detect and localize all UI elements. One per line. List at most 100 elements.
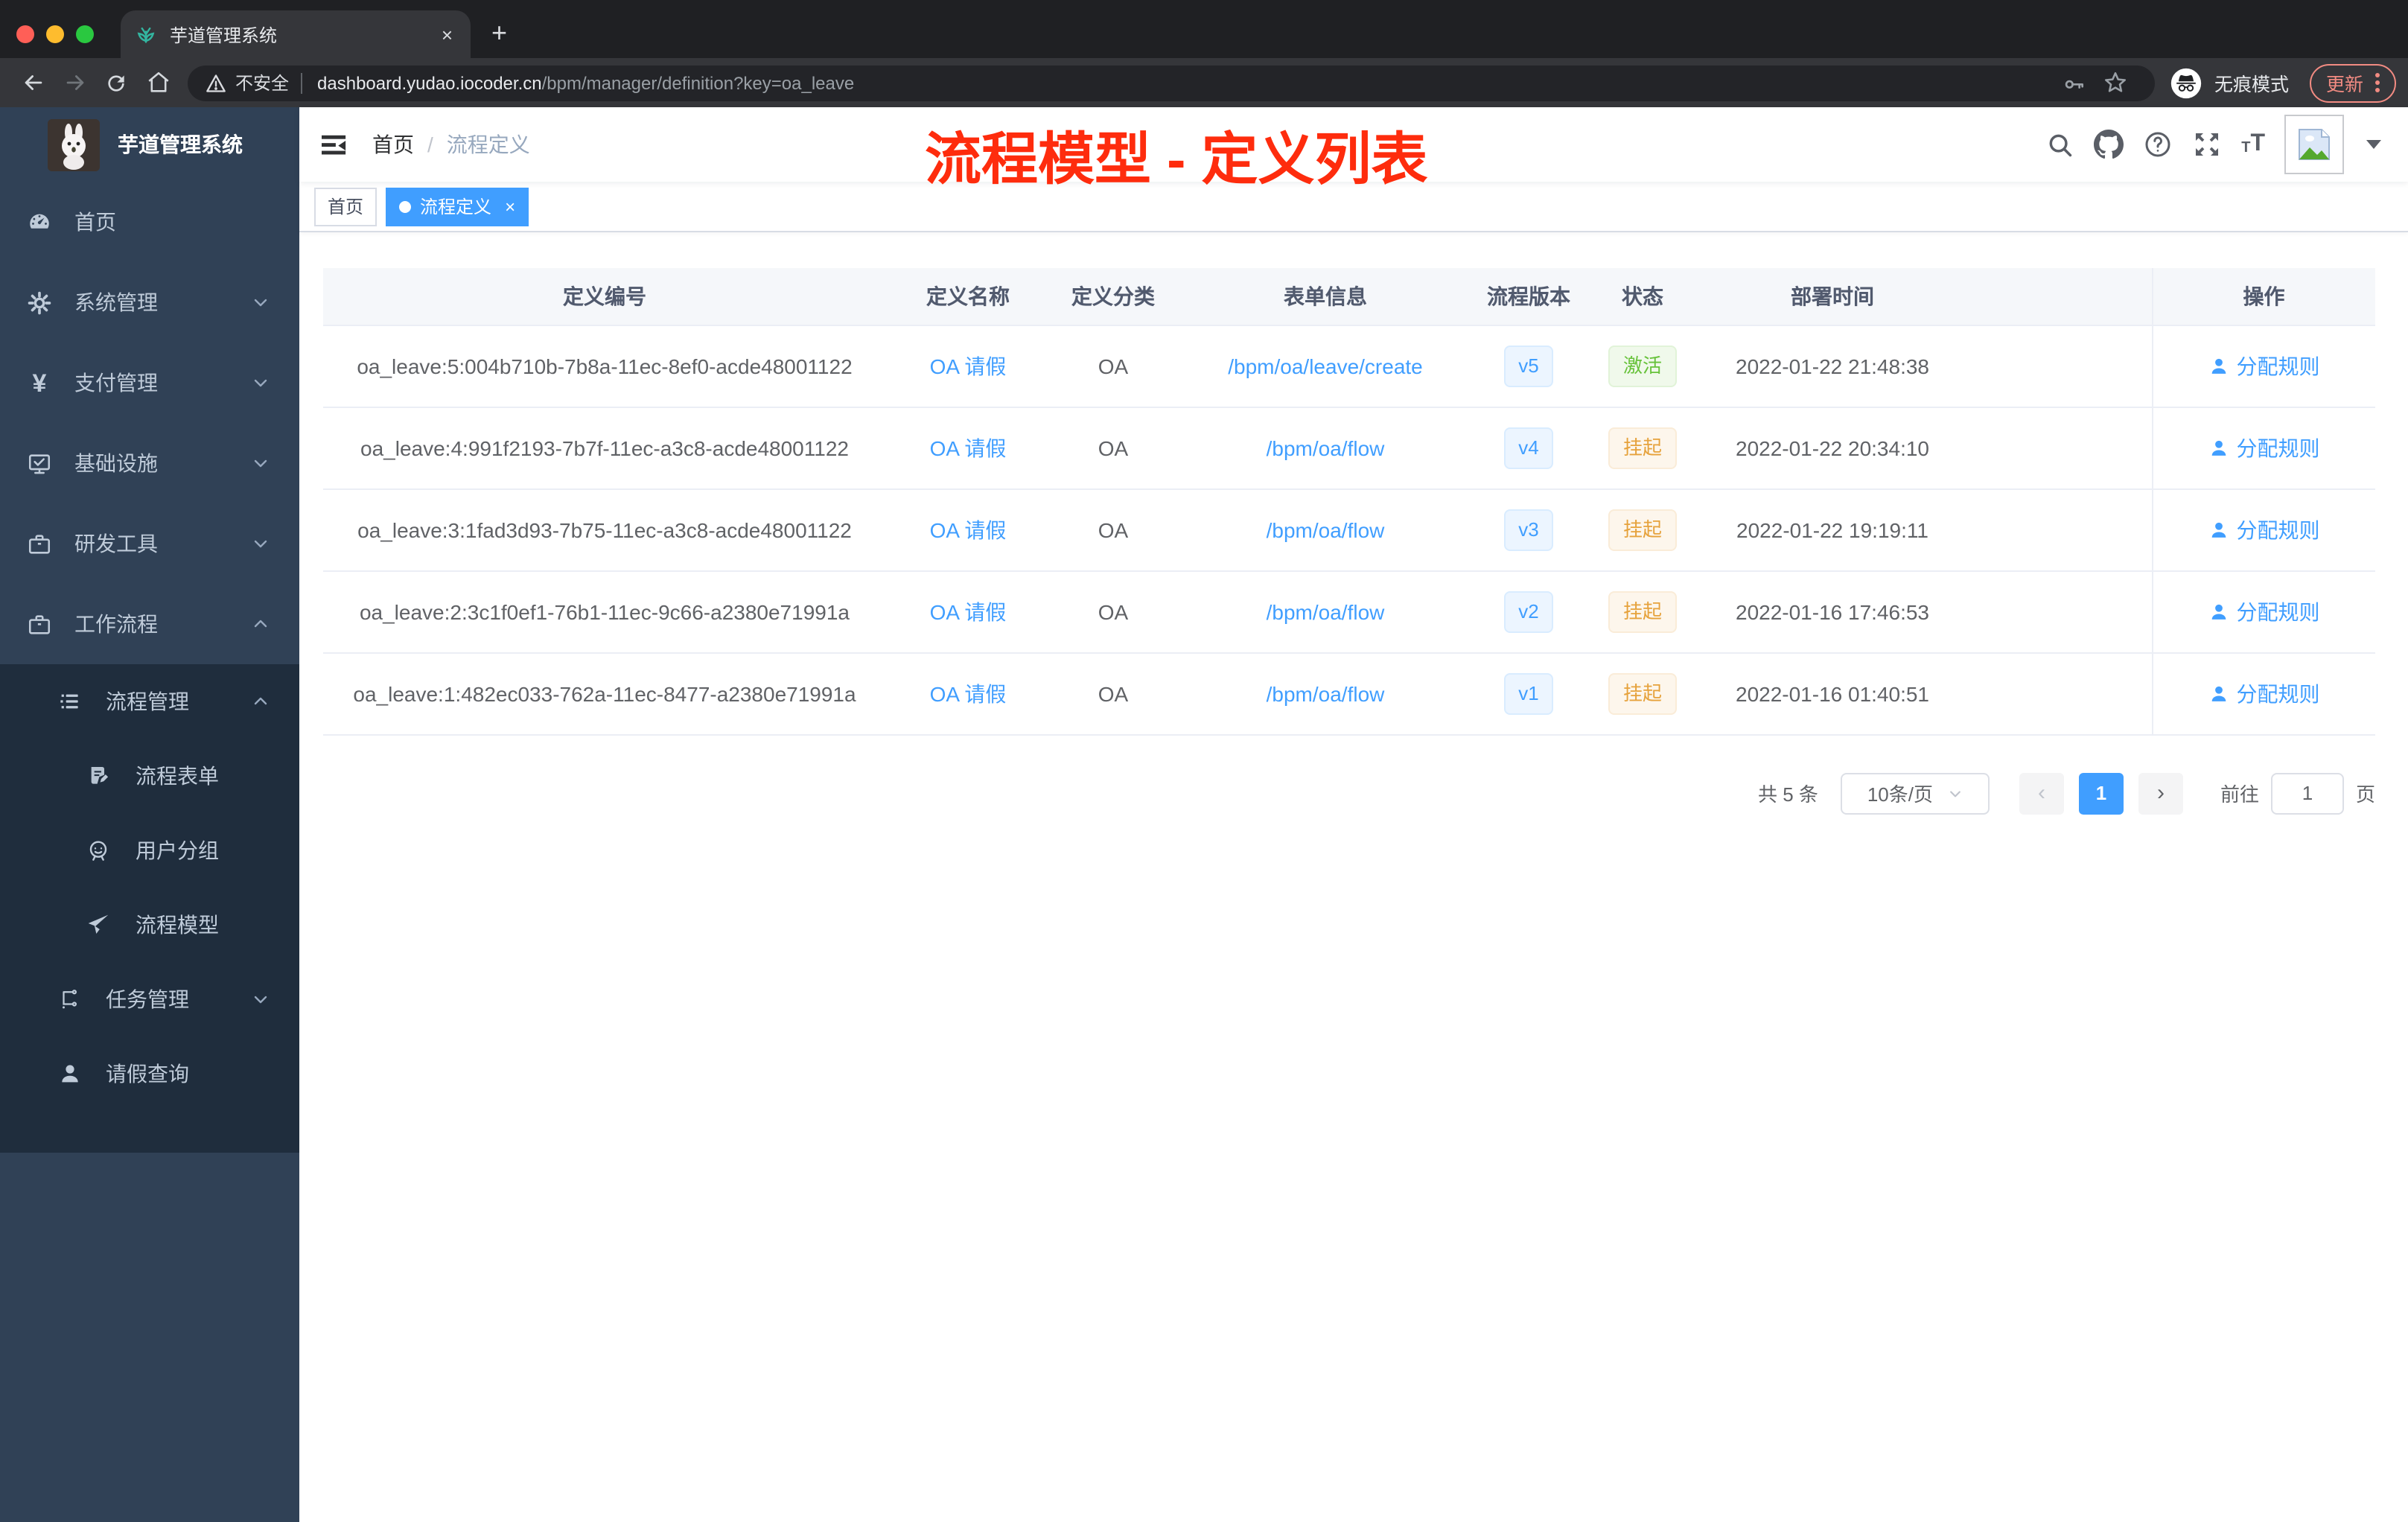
cell-id: oa_leave:4:991f2193-7b7f-11ec-a3c8-acde4…	[323, 407, 886, 489]
form-link[interactable]: /bpm/oa/flow	[1267, 681, 1385, 705]
status-badge: 挂起	[1608, 509, 1677, 550]
assign-rule-link[interactable]: 分配规则	[2208, 351, 2320, 380]
sidebar-item-dev-tools[interactable]: 研发工具	[0, 503, 299, 584]
col-deploy-time: 部署时间	[1702, 268, 1963, 325]
home-icon[interactable]	[137, 62, 179, 104]
tag-home[interactable]: 首页	[314, 187, 378, 226]
logo-rabbit-avatar	[48, 118, 100, 171]
table-row: oa_leave:5:004b710b-7b8a-11ec-8ef0-acde4…	[323, 325, 2375, 407]
sidebar-item-process-form[interactable]: 流程表单	[0, 739, 299, 813]
sidebar-item-payment[interactable]: ¥ 支付管理	[0, 343, 299, 423]
font-size-icon[interactable]: TT	[2241, 132, 2265, 156]
assign-rule-label: 分配规则	[2236, 436, 2320, 459]
definition-name-link[interactable]: OA 请假	[930, 436, 1007, 459]
assign-rule-link[interactable]: 分配规则	[2208, 433, 2320, 462]
yen-icon: ¥	[32, 369, 47, 397]
back-icon[interactable]	[12, 62, 54, 104]
sidebar-item-label: 支付管理	[74, 371, 158, 395]
form-link[interactable]: /bpm/oa/flow	[1267, 599, 1385, 623]
gear-icon	[27, 290, 52, 315]
breadcrumb: 首页 / 流程定义	[372, 130, 530, 159]
reload-icon[interactable]	[95, 62, 137, 104]
sidebar-item-infrastructure[interactable]: 基础设施	[0, 423, 299, 503]
browser-tabstrip: 芋道管理系统 × +	[0, 0, 2408, 58]
page-1-button[interactable]: 1	[2078, 772, 2124, 814]
avatar[interactable]	[2284, 115, 2344, 174]
zoom-window-button[interactable]	[76, 25, 94, 43]
status-badge: 挂起	[1608, 672, 1677, 714]
tag-process-definition[interactable]: 流程定义 ×	[386, 187, 529, 226]
sidebar-item-label: 工作流程	[74, 612, 158, 636]
sidebar-item-label: 流程表单	[136, 764, 219, 788]
sidebar-item-workflow[interactable]: 工作流程	[0, 584, 299, 664]
definition-table: 定义编号 定义名称 定义分类 表单信息 流程版本 状态 部署时间 操作 oa_l…	[323, 268, 2375, 735]
prev-page-button[interactable]: ‹	[2019, 772, 2064, 814]
table-row: oa_leave:2:3c1f0ef1-76b1-11ec-9c66-a2380…	[323, 570, 2375, 653]
sidebar-item-user-group[interactable]: 用户分组	[0, 813, 299, 888]
goto-page-input[interactable]	[2270, 772, 2344, 814]
new-tab-button[interactable]: +	[491, 19, 507, 46]
next-page-button[interactable]: ›	[2138, 772, 2183, 814]
assign-rule-link[interactable]: 分配规则	[2208, 678, 2320, 708]
page-size-value: 10条/页	[1867, 783, 1933, 806]
tag-label: 首页	[328, 197, 364, 217]
browser-menu-kebab-icon[interactable]	[2375, 73, 2380, 92]
incognito-badge: 无痕模式	[2170, 66, 2289, 99]
tag-close-icon[interactable]: ×	[505, 196, 515, 217]
annotation-overlay: 流程模型 - 定义列表	[925, 130, 1428, 192]
form-link[interactable]: /bpm/oa/flow	[1267, 436, 1385, 459]
tab-close-icon[interactable]: ×	[439, 23, 456, 45]
sidebar-item-label: 任务管理	[106, 987, 189, 1011]
close-window-button[interactable]	[16, 25, 34, 43]
incognito-label: 无痕模式	[2214, 74, 2289, 95]
cell-deploy-time: 2022-01-22 19:19:11	[1702, 488, 1963, 571]
address-bar[interactable]: 不安全 dashboard.yudao.iocoder.cn/bpm/manag…	[188, 65, 2155, 101]
definition-name-link[interactable]: OA 请假	[930, 681, 1007, 705]
sidebar-fold-icon[interactable]	[322, 132, 347, 157]
breadcrumb-current: 流程定义	[446, 133, 530, 156]
version-badge: v3	[1503, 509, 1554, 550]
update-label: 更新	[2325, 74, 2363, 95]
sidebar-item-leave-query[interactable]: 请假查询	[0, 1037, 299, 1111]
bookmark-star-icon[interactable]	[2095, 62, 2137, 104]
search-icon[interactable]	[2045, 130, 2074, 159]
sidebar-item-system[interactable]: 系统管理	[0, 262, 299, 343]
sidebar-item-task-management[interactable]: 任务管理	[0, 962, 299, 1037]
chevron-up-icon	[252, 692, 270, 710]
form-edit-icon	[86, 764, 110, 788]
help-icon[interactable]	[2143, 130, 2173, 159]
form-link[interactable]: /bpm/oa/flow	[1267, 518, 1385, 541]
assign-rule-link[interactable]: 分配规则	[2208, 596, 2320, 626]
forward-icon[interactable]	[54, 62, 95, 104]
pagination-total: 共 5 条	[1758, 783, 1818, 806]
browser-tab[interactable]: 芋道管理系统 ×	[121, 10, 471, 58]
update-button[interactable]: 更新	[2309, 63, 2396, 102]
fullscreen-icon[interactable]	[2192, 130, 2222, 159]
breadcrumb-home[interactable]: 首页	[372, 130, 414, 159]
url-host: dashboard.yudao.iocoder.cn	[317, 72, 542, 93]
definition-name-link[interactable]: OA 请假	[930, 354, 1007, 378]
window-controls[interactable]	[16, 25, 94, 43]
page-size-select[interactable]: 10条/页	[1840, 772, 1990, 814]
github-icon[interactable]	[2094, 130, 2124, 159]
tab-title: 芋道管理系统	[170, 25, 278, 45]
password-key-icon[interactable]	[2054, 62, 2095, 104]
table-row: oa_leave:4:991f2193-7b7f-11ec-a3c8-acde4…	[323, 407, 2375, 489]
sidebar-item-process-management[interactable]: 流程管理	[0, 664, 299, 739]
definition-name-link[interactable]: OA 请假	[930, 599, 1007, 623]
col-definition-name: 定义名称	[886, 268, 1050, 325]
cell-id: oa_leave:2:3c1f0ef1-76b1-11ec-9c66-a2380…	[323, 570, 886, 653]
definition-name-link[interactable]: OA 请假	[930, 518, 1007, 541]
minimize-window-button[interactable]	[46, 25, 64, 43]
avatar-dropdown-caret-icon[interactable]	[2366, 140, 2381, 149]
broken-image-icon	[2299, 129, 2330, 160]
sidebar-logo[interactable]: 芋道管理系统	[0, 107, 299, 182]
sidebar-item-home[interactable]: 首页	[0, 182, 299, 262]
sidebar-item-label: 基础设施	[74, 451, 158, 475]
sidebar-item-process-model[interactable]: 流程模型	[0, 888, 299, 962]
form-link[interactable]: /bpm/oa/leave/create	[1228, 354, 1423, 378]
assign-rule-link[interactable]: 分配规则	[2208, 515, 2320, 544]
col-definition-id: 定义编号	[323, 268, 886, 325]
cell-category: OA	[1050, 652, 1176, 735]
sidebar-item-label: 研发工具	[74, 532, 158, 555]
